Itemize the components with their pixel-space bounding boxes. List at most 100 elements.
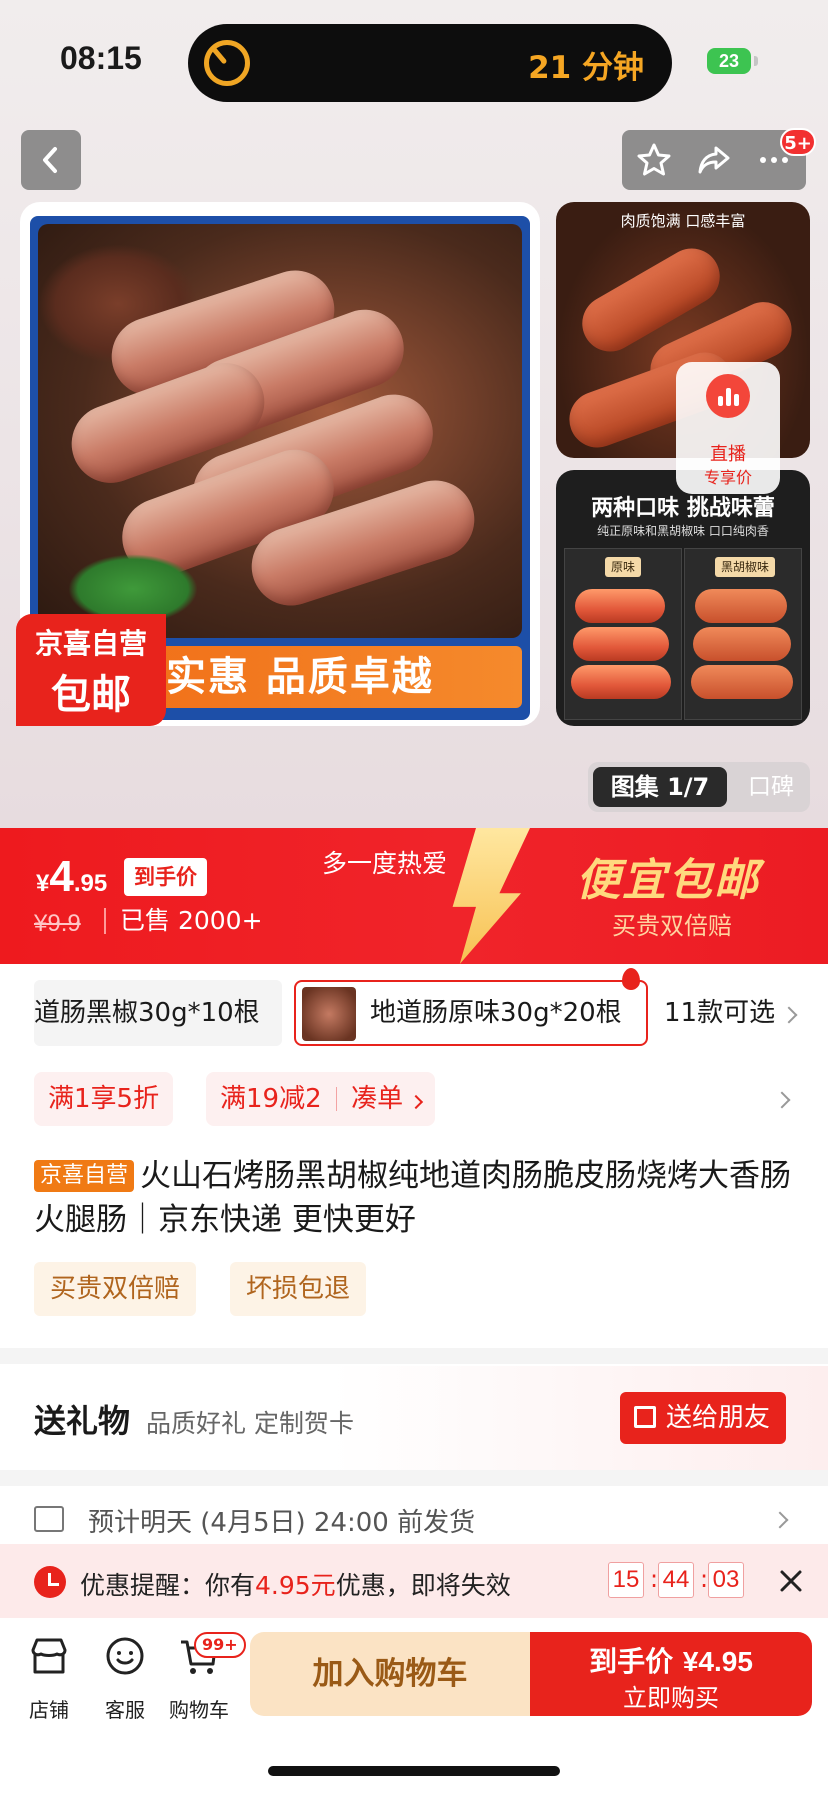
home-indicator xyxy=(268,1766,560,1776)
coupon-chip[interactable]: 满19减2 凑单 xyxy=(206,1072,436,1126)
buy-now-button[interactable]: 到手价 ¥4.95 立即购买 xyxy=(530,1632,812,1716)
guarantee-chip[interactable]: 买贵双倍赔 xyxy=(34,1262,197,1316)
sausage-image xyxy=(691,665,793,699)
chevron-right-icon xyxy=(409,1094,424,1110)
free-shipping-badge: 京喜自营 包邮 xyxy=(16,614,166,726)
bottom-action-bar: 店铺 客服 购物车 99+ 加入购物车 到手价 ¥4.95 立即购买 xyxy=(0,1618,828,1796)
store-icon xyxy=(31,1638,67,1674)
island-timer-text: 21 分钟 xyxy=(528,50,644,86)
chevron-left-icon xyxy=(43,147,57,173)
dynamic-island: 21 分钟 xyxy=(188,24,672,102)
buy-now-label: 立即购买 xyxy=(623,1684,719,1712)
variant-option-selected[interactable]: 地道肠原味30g*20根 xyxy=(294,968,648,1046)
message-badge: 5+ xyxy=(780,128,816,156)
shipping-estimate: 预计明天 (4月5日) 24:00 前发货 xyxy=(88,1508,476,1538)
coupon-divider xyxy=(335,1087,337,1111)
reminder-amount: 4.95元 xyxy=(255,1571,336,1600)
send-gift-button[interactable]: 送给朋友 xyxy=(620,1392,786,1444)
delivery-truck-icon xyxy=(34,1506,64,1532)
final-price-label: 到手价 xyxy=(124,858,207,896)
flavor-tag-original: 原味 xyxy=(605,557,642,577)
buy-price-line: 到手价 ¥4.95 xyxy=(530,1640,812,1680)
reminder-suffix: 优惠，即将失效 xyxy=(335,1571,511,1600)
tab-service[interactable]: 客服 xyxy=(90,1634,160,1722)
star-icon[interactable] xyxy=(636,142,672,178)
flavor-tag-pepper: 黑胡椒味 xyxy=(715,557,776,577)
countdown-hours: 15 xyxy=(608,1562,644,1598)
send-gift-label: 送给朋友 xyxy=(666,1403,771,1433)
final-price: ¥4.95 xyxy=(36,852,107,902)
original-price: ¥9.9 xyxy=(34,910,81,937)
gift-icon xyxy=(634,1406,656,1428)
product-title: 京喜自营 火山石烤肠黑胡椒纯地道肉肠脆皮肠烧烤大香肠火腿肠｜京东快递 更快更好 xyxy=(34,1154,794,1242)
variant-selector: 地道肠黑椒30g*10根 地道肠原味30g*20根 11款可选 xyxy=(0,968,828,1068)
variant-label: 地道肠原味30g*20根 xyxy=(370,998,622,1028)
price-banner: ¥4.95 到手价 ¥9.9 已售 2000+ 多一度热爱 便宜包邮 买贵双倍赔 xyxy=(0,828,828,964)
guarantee-chip[interactable]: 坏损包退 xyxy=(230,1262,367,1316)
hot-slogan: 多一度热爱 xyxy=(322,849,448,878)
tab-store-label: 店铺 xyxy=(29,1698,69,1722)
buy-price-label: 到手价 xyxy=(589,1645,674,1678)
hot-flame-icon xyxy=(622,968,640,990)
reminder-prefix: 优惠提醒：你有 xyxy=(80,1571,256,1600)
currency-symbol: ¥ xyxy=(36,870,50,897)
flavor-panel-pepper: 黑胡椒味 xyxy=(684,548,802,720)
coupon-label: 满19减2 xyxy=(220,1084,322,1114)
tab-cart-label: 购物车 xyxy=(169,1698,229,1722)
share-icon[interactable] xyxy=(696,142,732,178)
price-decimal: .95 xyxy=(73,870,108,897)
section-divider xyxy=(0,1470,828,1486)
product-title-text: 火山石烤肠黑胡椒纯地道肉肠脆皮肠烧烤大香肠火腿肠｜京东快递 更快更好 xyxy=(34,1158,792,1238)
discount-reminder-bar: 优惠提醒：你有4.95元优惠，即将失效 15 : 44 : 03 xyxy=(0,1544,828,1618)
sausage-image xyxy=(693,627,791,661)
gift-subtitle: 品质好礼 定制贺卡 xyxy=(146,1409,354,1438)
status-time: 08:15 xyxy=(60,40,142,76)
battery-icon: 23 xyxy=(707,48,758,74)
section-divider xyxy=(0,1348,828,1364)
price-integer: 4 xyxy=(49,852,74,901)
countdown-minutes: 44 xyxy=(658,1562,694,1598)
gift-title: 送礼物 xyxy=(34,1402,131,1440)
countdown-separator: : xyxy=(700,1565,709,1593)
live-label: 直播 xyxy=(710,444,746,465)
countdown-separator: : xyxy=(650,1565,659,1593)
badge-store-text: 京喜自营 xyxy=(34,627,147,660)
close-icon[interactable] xyxy=(776,1566,806,1596)
gift-section: 送礼物 品质好礼 定制贺卡 送给朋友 xyxy=(0,1366,828,1470)
more-variants-link[interactable]: 11款可选 xyxy=(664,980,798,1046)
cart-count-badge: 99+ xyxy=(194,1632,246,1658)
side-image-subtitle: 纯正原味和黑胡椒味 口口纯肉香 xyxy=(597,524,769,538)
promo-subtitle: 买贵双倍赔 xyxy=(612,912,732,940)
promo-title: 便宜包邮 xyxy=(576,855,760,906)
store-tag: 京喜自营 xyxy=(34,1160,135,1192)
chevron-right-icon xyxy=(780,1006,798,1024)
reminder-text: 优惠提醒：你有4.95元优惠，即将失效 xyxy=(80,1566,511,1602)
tab-reviews[interactable]: 口碑 xyxy=(738,767,804,807)
tab-store[interactable]: 店铺 xyxy=(14,1634,84,1722)
clock-icon xyxy=(34,1566,66,1598)
gallery-tabs: 图集 1/7 口碑 xyxy=(588,762,810,812)
sausage-image xyxy=(695,589,787,623)
sausage-image xyxy=(571,665,671,699)
sold-count: 已售 2000+ xyxy=(104,908,263,934)
tab-gallery[interactable]: 图集 1/7 xyxy=(593,767,727,807)
lightning-icon xyxy=(452,828,530,964)
live-icon xyxy=(706,374,750,418)
side-image-2[interactable]: 两种口味 挑战味蕾 纯正原味和黑胡椒味 口口纯肉香 原味 黑胡椒味 xyxy=(556,470,810,726)
buy-price: ¥4.95 xyxy=(682,1646,753,1677)
coupon-chip[interactable]: 满1享5折 xyxy=(34,1072,174,1126)
customer-service-icon xyxy=(106,1637,144,1675)
back-button[interactable] xyxy=(21,130,81,190)
live-price-label: 专享价 xyxy=(703,468,752,487)
chevron-right-icon[interactable] xyxy=(773,1091,791,1109)
variant-option[interactable]: 地道肠黑椒30g*10根 xyxy=(34,980,282,1046)
flavor-panel-original: 原味 xyxy=(564,548,682,720)
sausage-image xyxy=(575,589,665,623)
variant-thumbnail xyxy=(302,987,356,1041)
live-stream-card[interactable]: 直播 专享价 xyxy=(676,362,780,494)
more-variants-label: 11款可选 xyxy=(664,998,776,1028)
badge-shipping-text: 包邮 xyxy=(51,672,131,718)
chevron-right-icon xyxy=(771,1511,789,1529)
add-to-cart-button[interactable]: 加入购物车 xyxy=(250,1632,530,1716)
top-actions xyxy=(622,130,806,190)
